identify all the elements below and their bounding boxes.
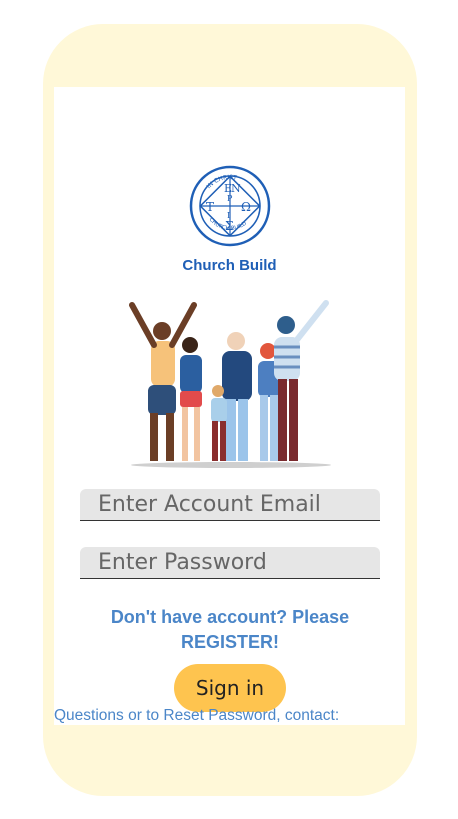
svg-text:N: N	[231, 182, 241, 195]
svg-text:I: I	[227, 211, 230, 220]
email-field[interactable]	[80, 489, 380, 521]
footer-contact-text: Questions or to Reset Password, contact:	[54, 707, 340, 724]
register-link[interactable]: Don't have account? Please REGISTER!	[94, 605, 366, 655]
app-screen: E N T Ω Σ I P IN CHRIST CHURCH BUILD Chu…	[54, 87, 405, 725]
sign-in-button[interactable]: Sign in	[174, 664, 286, 712]
church-build-logo: E N T Ω Σ I P IN CHRIST CHURCH BUILD	[189, 165, 271, 247]
brand-name: Church Build	[182, 257, 277, 274]
password-field[interactable]	[80, 547, 380, 579]
svg-text:T: T	[206, 200, 214, 214]
svg-text:Ω: Ω	[241, 200, 251, 214]
community-illustration	[129, 300, 331, 468]
svg-text:P: P	[227, 194, 233, 203]
